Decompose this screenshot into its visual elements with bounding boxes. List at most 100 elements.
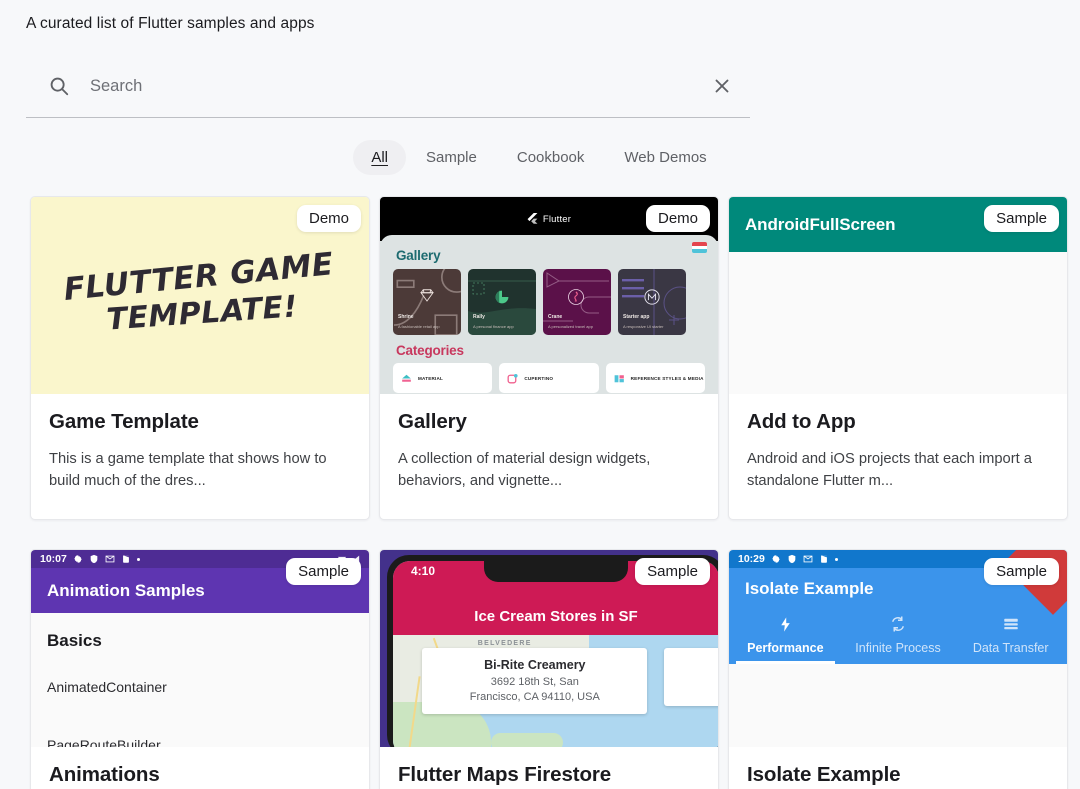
card-title: Flutter Maps Firestore [398,763,612,786]
shield-icon [787,554,797,564]
tab-performance[interactable]: Performance [729,613,842,664]
card-description: This is a game template that shows how t… [49,451,327,490]
bolt-icon [729,613,842,635]
material-icon [400,372,413,385]
card-thumbnail: Demo Flutter Gallery Shrine A fashionabl… [380,197,718,394]
tab-data-transfer[interactable]: Data Transfer [954,613,1067,664]
status-bar-time: 10:29 [738,553,765,565]
appbar-label: Ice Cream Stores in SF [474,608,638,625]
place-name: Bi-Rite Creamery [484,658,586,673]
gallery-section-heading: Gallery [396,248,441,263]
study-subtitle: A fashionable retail app [398,324,440,329]
tab-web-demos[interactable]: Web Demos [604,140,726,175]
sample-card-isolate-example[interactable]: Sample 10:29 Isolate Example Performance… [728,549,1068,789]
categories-section-heading: Categories [396,343,464,358]
map-view: BELVEDERE Bi-Rite Creamery 3692 18th St,… [393,635,718,747]
tab-label: Performance [747,641,824,655]
study-name: Starter app [623,314,650,320]
sample-card-flutter-maps-firestore[interactable]: Sample 4:10 Ice Cream Stores in SF BELVE… [379,549,719,789]
mail-icon [803,554,813,564]
study-card-rally: Rally A personal finance app [468,269,536,335]
tab-label: Infinite Process [855,641,941,655]
card-title: Gallery [398,410,467,433]
flutter-samples-page: A curated list of Flutter samples and ap… [0,0,1080,789]
mail-icon [105,554,115,564]
category-label: CUPERTINO [524,375,554,381]
locale-flag-icon [692,242,707,253]
sample-card-game-template[interactable]: Demo FLUTTER GAME TEMPLATE! Game Templat… [30,196,370,520]
flutter-logo-icon [527,213,538,225]
gear-icon [771,554,781,564]
phone-notch [484,561,628,582]
category-card-material: MATERIAL [393,363,493,393]
card-title: Animations [49,763,160,786]
list-item: AnimatedContainer [47,679,167,695]
card-description: Android and iOS projects that each impor… [747,451,1032,490]
animations-list: Basics AnimatedContainer PageRouteBuilde… [31,613,369,747]
page-title: A curated list of Flutter samples and ap… [26,15,315,32]
search-input[interactable] [90,76,710,96]
card-description: A collection of material design widgets,… [398,451,651,490]
tab-cookbook[interactable]: Cookbook [497,140,605,175]
game-template-artwork: FLUTTER GAME TEMPLATE! [62,247,338,344]
filter-tabs: All Sample Cookbook Web Demos [0,140,1080,175]
sync-icon [842,613,955,635]
sample-card-grid: Demo FLUTTER GAME TEMPLATE! Game Templat… [30,196,1068,789]
place-info-card: Bi-Rite Creamery 3692 18th St, San Franc… [422,648,648,715]
shield-icon [89,554,99,564]
phone-screen: 4:10 Ice Cream Stores in SF BELVEDERE Bi… [393,561,718,747]
status-bar-time: 10:07 [40,553,67,565]
sample-card-gallery[interactable]: Demo Flutter Gallery Shrine A fashionabl… [379,196,719,520]
status-dot-icon [834,557,838,561]
clipboard-icon [121,554,131,564]
reference-styles-icon [613,372,626,385]
tab-sample[interactable]: Sample [406,140,497,175]
status-badge: Sample [984,205,1059,232]
category-card-cupertino: CUPERTINO [499,363,599,393]
cupertino-icon [506,372,519,385]
card-thumbnail: Sample AndroidFullScreen [729,197,1067,394]
gallery-sheet: Gallery Shrine A fashionable retail app … [380,235,718,394]
appbar-label: AndroidFullScreen [745,214,896,234]
tab-label: Data Transfer [972,641,1049,655]
place-card-secondary [663,648,718,707]
list-section-heading: Basics [47,631,102,650]
tab-all[interactable]: All [353,140,406,175]
appbar-label: Animation Samples [47,580,205,600]
place-address-line-2: Francisco, CA 94110, USA [469,690,600,703]
study-subtitle: A personalized travel app [548,324,593,329]
study-card-starter-app: Starter app A responsive UI starter [618,269,686,335]
sample-card-animations[interactable]: Sample 10:07 Animation Samples Basics An… [30,549,370,789]
study-name: Rally [473,314,485,320]
status-badge: Sample [286,558,361,585]
study-name: Crane [548,314,563,320]
card-thumbnail: Sample 10:29 Isolate Example Performance… [729,550,1067,747]
clipboard-icon [819,554,829,564]
status-badge: Demo [296,205,361,232]
search-icon [48,75,70,97]
status-badge: Demo [645,205,710,232]
tab-infinite-process[interactable]: Infinite Process [842,613,955,664]
search-bar [26,62,750,118]
sample-card-add-to-app[interactable]: Sample AndroidFullScreen Add to App Andr… [728,196,1068,520]
close-icon[interactable] [710,74,734,98]
isolate-tab-bar: Performance Infinite Process Data Transf… [729,613,1067,664]
study-subtitle: A responsive UI starter [623,324,664,329]
search-underline [26,117,750,118]
status-dot-icon [136,557,140,561]
card-thumbnail: Sample 4:10 Ice Cream Stores in SF BELVE… [380,550,718,747]
gallery-category-list: MATERIAL CUPERTINO REFERENCE STYLES & ME… [393,363,705,393]
category-label: MATERIAL [418,375,443,381]
status-badge: Sample [635,558,710,585]
gear-icon [73,554,83,564]
card-thumbnail: Sample 10:07 Animation Samples Basics An… [31,550,369,747]
card-thumbnail: Demo FLUTTER GAME TEMPLATE! [31,197,369,394]
gallery-topbar-label: Flutter [542,213,572,225]
study-name: Shrine [398,314,414,320]
status-bar-time: 4:10 [411,564,436,578]
study-card-shrine: Shrine A fashionable retail app [393,269,461,335]
card-title: Isolate Example [747,763,901,786]
study-subtitle: A personal finance app [473,324,514,329]
card-title: Add to App [747,410,856,433]
map-label: BELVEDERE [477,640,532,647]
